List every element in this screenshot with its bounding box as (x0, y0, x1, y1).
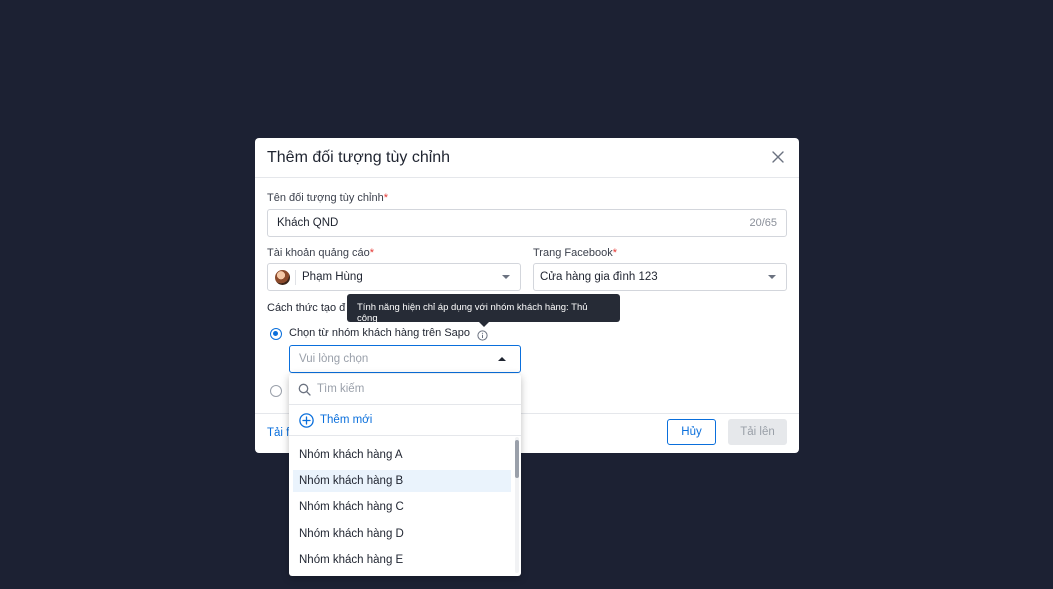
cancel-button[interactable]: Hủy (667, 419, 716, 445)
ad-account-select[interactable]: Phạm Hùng (267, 263, 521, 291)
customer-group-select[interactable]: Vui lòng chọn (289, 345, 521, 373)
chevron-up-icon (498, 357, 506, 361)
fb-page-select[interactable]: Cửa hàng gia đình 123 (533, 263, 787, 291)
chevron-down-icon (502, 275, 510, 279)
download-template-link[interactable]: Tải f (267, 427, 289, 439)
required-mark: * (383, 192, 388, 204)
radio-option-upload[interactable] (270, 385, 282, 397)
dropdown-search[interactable]: Tìm kiếm (289, 374, 521, 405)
list-item[interactable]: Nhóm khách hàng E (293, 549, 511, 571)
name-input-value: Khách QND (277, 217, 339, 229)
add-new-label: Thêm mới (320, 414, 373, 426)
modal-title: Thêm đối tượng tùy chỉnh (267, 149, 451, 166)
name-input[interactable]: Khách QND 20/65 (267, 209, 787, 237)
add-new-button[interactable]: Thêm mới (289, 405, 521, 436)
close-icon[interactable] (771, 150, 785, 164)
option-sapo-label: Chọn từ nhóm khách hàng trên Sapo (289, 327, 471, 339)
ad-account-value: Phạm Hùng (302, 271, 363, 283)
list-item[interactable]: Nhóm khách hàng C (293, 496, 511, 518)
char-counter: 20/65 (749, 217, 777, 229)
select-placeholder: Vui lòng chọn (299, 353, 369, 365)
upload-button[interactable]: Tải lên (728, 419, 787, 445)
search-icon (298, 383, 311, 396)
chevron-down-icon (768, 275, 776, 279)
required-mark: * (612, 247, 617, 259)
radio-option-sapo[interactable] (270, 328, 282, 340)
scrollbar-thumb[interactable] (515, 440, 519, 478)
method-label: Cách thức tạo đ (267, 302, 346, 314)
fb-page-label: Trang Facebook* (533, 247, 617, 259)
list-item[interactable]: Nhóm khách hàng B (293, 470, 511, 492)
fb-page-value: Cửa hàng gia đình 123 (540, 271, 658, 283)
list-item[interactable]: Nhóm khách hàng A (293, 444, 511, 466)
info-icon[interactable] (477, 328, 488, 341)
required-mark: * (369, 247, 375, 259)
ad-account-label: Tài khoản quảng cáo* (267, 247, 375, 259)
list-item[interactable]: Nhóm khách hàng D (293, 523, 511, 545)
customer-group-dropdown: Tìm kiếm Thêm mới Nhóm khách hàng A Nhóm… (289, 374, 521, 576)
divider (295, 270, 296, 285)
search-input[interactable]: Tìm kiếm (317, 383, 364, 395)
avatar (275, 270, 290, 285)
info-tooltip: Tính năng hiện chỉ áp dụng với nhóm khác… (347, 294, 620, 327)
name-label: Tên đối tượng tùy chỉnh* (267, 192, 388, 204)
modal-header: Thêm đối tượng tùy chỉnh (255, 138, 799, 178)
plus-circle-icon (299, 413, 314, 428)
